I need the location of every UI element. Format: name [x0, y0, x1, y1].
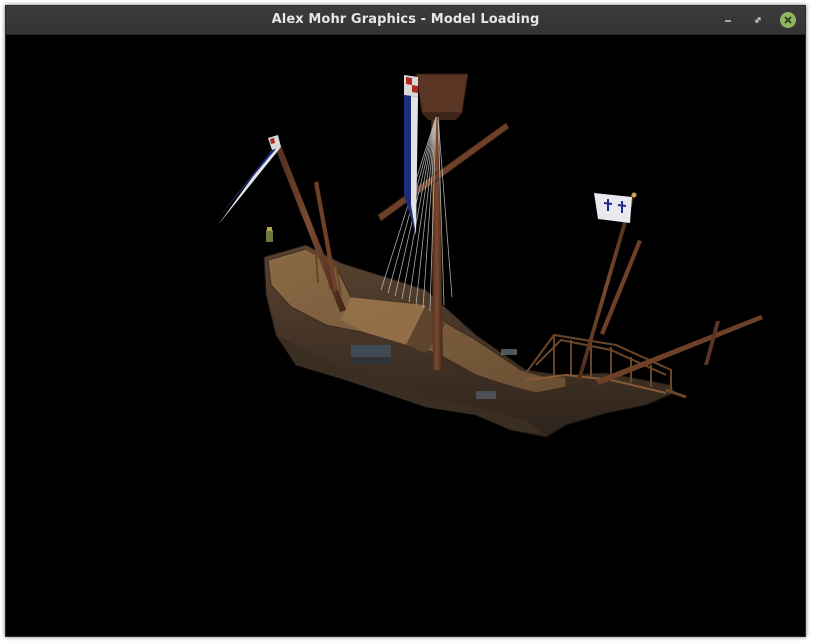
fore-pennant	[214, 135, 281, 225]
render-viewport[interactable]	[6, 35, 805, 636]
close-icon	[784, 16, 792, 24]
app-window: Alex Mohr Graphics - Model Loading	[5, 5, 806, 637]
lantern	[266, 227, 273, 242]
maximize-button[interactable]	[750, 12, 766, 28]
minimize-icon	[725, 20, 731, 22]
close-button[interactable]	[780, 12, 796, 28]
window-title: Alex Mohr Graphics - Model Loading	[271, 12, 540, 27]
minimize-button[interactable]	[720, 12, 736, 28]
title-bar[interactable]: Alex Mohr Graphics - Model Loading	[6, 6, 805, 35]
maximize-icon	[755, 17, 761, 23]
mizzen-flag	[594, 192, 637, 223]
ship-model-render	[214, 73, 763, 438]
